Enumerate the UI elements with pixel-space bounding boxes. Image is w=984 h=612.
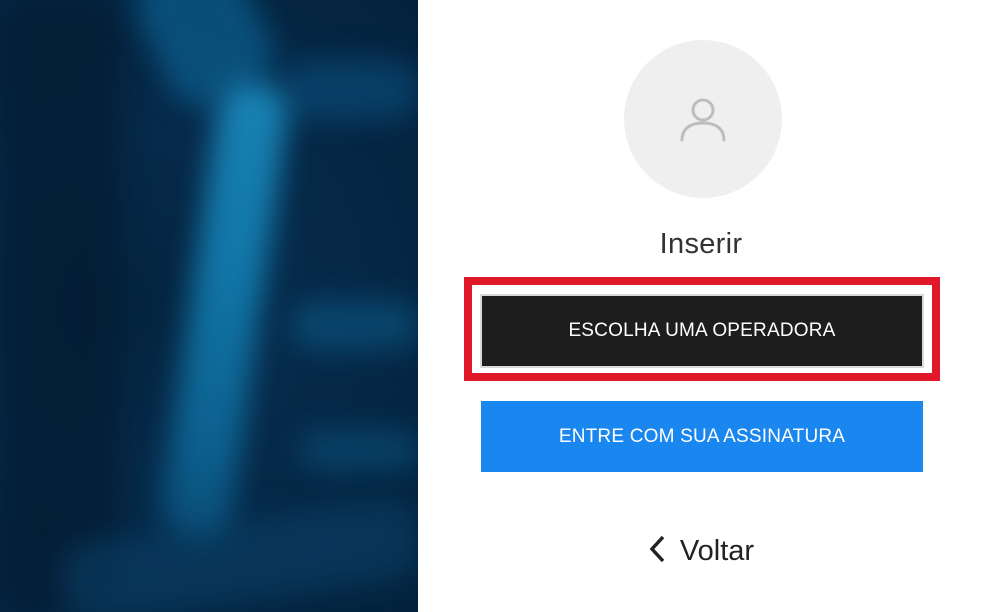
chevron-left-icon (648, 534, 666, 572)
back-label: Voltar (679, 534, 755, 567)
back-button[interactable]: Voltar (418, 530, 984, 572)
avatar (624, 40, 782, 198)
page-title: Inserir (659, 228, 743, 260)
choose-operator-button[interactable]: ESCOLHA UMA OPERADORA (480, 294, 924, 368)
user-icon (680, 98, 726, 142)
login-screen: Inserir ESCOLHA UMA OPERADORA ENTRE COM … (0, 0, 984, 612)
background-image (0, 0, 418, 612)
login-panel: Inserir ESCOLHA UMA OPERADORA ENTRE COM … (418, 0, 984, 612)
subscription-login-button[interactable]: ENTRE COM SUA ASSINATURA (481, 401, 923, 472)
